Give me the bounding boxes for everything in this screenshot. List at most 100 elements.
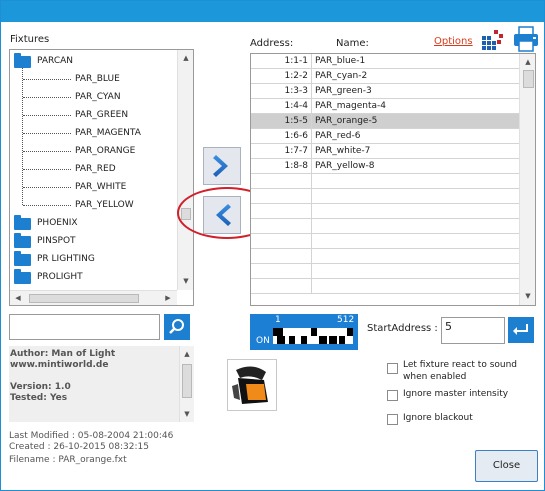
react-sound-checkbox[interactable] [387, 363, 398, 374]
close-button[interactable]: Close [475, 450, 538, 482]
name-header: Name: [336, 38, 369, 49]
patch-row[interactable]: 1:8-8 PAR_yellow-8 [251, 159, 519, 174]
tree-group-label: PHOENIX [37, 218, 78, 228]
title-bar[interactable] [1, 1, 544, 22]
tree-item[interactable]: PAR_GREEN [10, 106, 175, 124]
patch-name: PAR_cyan-2 [315, 71, 368, 81]
tree-item-label: PAR_GREEN [75, 110, 129, 120]
tree-connector [23, 133, 71, 134]
scroll-down-icon[interactable]: ▼ [521, 289, 535, 303]
info-author: Author: Man of Light [10, 349, 116, 359]
matrix-icon[interactable] [481, 28, 505, 50]
patch-row[interactable]: 1:2-2 PAR_cyan-2 [251, 69, 519, 84]
tree-vertical-scrollbar[interactable]: ▲ ▼ [177, 50, 193, 290]
patch-row[interactable]: 1:3-3 PAR_green-3 [251, 84, 519, 99]
info-website: www.mintiworld.de [10, 360, 109, 370]
tree-item[interactable]: PAR_BLUE [10, 70, 175, 88]
react-sound-label: Let fixture react to sound when enabled [403, 360, 518, 382]
search-button[interactable] [164, 314, 190, 340]
patch-row[interactable]: 1:1-1 PAR_blue-1 [251, 54, 519, 69]
patch-address [251, 189, 312, 204]
address-header: Address: [250, 38, 294, 49]
patch-row-empty[interactable] [251, 264, 519, 279]
scroll-up-icon[interactable]: ▲ [521, 55, 535, 69]
scroll-down-icon[interactable]: ▼ [179, 274, 193, 288]
tree-item-label: PAR_YELLOW [75, 200, 134, 210]
tree-item[interactable]: PAR_WHITE [10, 178, 175, 196]
info-scrollbar[interactable]: ▲ ▼ [179, 346, 194, 422]
patch-address: 1:7-7 [251, 144, 312, 159]
patch-address [251, 234, 312, 249]
fixture-preview [227, 359, 277, 411]
tree-item[interactable]: PAR_ORANGE [10, 142, 175, 160]
options-link[interactable]: Options [434, 36, 473, 47]
tree-group[interactable]: PHOENIX [10, 214, 175, 232]
tree-item[interactable]: PAR_RED [10, 160, 175, 178]
patch-address [251, 264, 312, 279]
info-tested: Tested: Yes [10, 393, 68, 403]
tree-connector [23, 79, 71, 80]
folder-icon [14, 53, 31, 68]
patch-row-empty[interactable] [251, 174, 519, 189]
tree-group[interactable]: PROLIGHT [10, 268, 175, 286]
fixtures-tree[interactable]: PARCAN PAR_BLUE PAR_CYAN PAR_GREEN PAR_MAGEN… [9, 49, 194, 306]
scroll-down-icon[interactable]: ▼ [180, 407, 194, 421]
patch-address: 1:1-1 [251, 54, 312, 69]
printer-icon[interactable] [512, 26, 540, 52]
patch-scroll-thumb[interactable] [523, 70, 534, 88]
start-address-input[interactable]: 5 [441, 317, 505, 344]
start-address-label: StartAddress : [367, 323, 438, 334]
scroll-up-icon[interactable]: ▲ [180, 347, 194, 361]
scroll-up-icon[interactable]: ▲ [179, 51, 193, 65]
dmx-end: 512 [337, 315, 355, 325]
patch-row-empty[interactable] [251, 189, 519, 204]
patch-row[interactable]: 1:6-6 PAR_red-6 [251, 129, 519, 144]
folder-icon [14, 251, 31, 266]
scroll-right-icon[interactable]: ▶ [161, 291, 175, 305]
search-input[interactable] [9, 314, 160, 340]
patch-scrollbar[interactable]: ▲ ▼ [519, 54, 535, 305]
created: Created : 26-10-2015 08:32:15 [9, 442, 149, 452]
patch-address: 1:8-8 [251, 159, 312, 174]
patch-row[interactable]: 1:7-7 PAR_white-7 [251, 144, 519, 159]
tree-connector [23, 205, 71, 206]
tree-connector [23, 115, 71, 116]
scroll-left-icon[interactable]: ◀ [11, 291, 25, 305]
dmx-start: 1 [275, 315, 281, 325]
tree-item[interactable]: PAR_YELLOW [10, 196, 175, 214]
set-address-button[interactable] [508, 317, 534, 343]
filename: Filename : PAR_orange.fxt [9, 455, 127, 465]
ignore-master-checkbox[interactable] [387, 390, 398, 401]
tree-item-label: PAR_ORANGE [75, 146, 136, 156]
tree-group[interactable]: PR LIGHTING [10, 250, 175, 268]
patch-row[interactable]: 1:4-4 PAR_magenta-4 [251, 99, 519, 114]
patch-row-empty[interactable] [251, 249, 519, 264]
tree-horizontal-scrollbar[interactable]: ◀ ▶ [10, 290, 177, 305]
tree-group-label: PINSPOT [37, 236, 76, 246]
tree-item[interactable]: PAR_MAGENTA [10, 124, 175, 142]
tree-group[interactable]: PARCAN [10, 52, 175, 70]
tree-connector [23, 97, 71, 98]
patch-row-empty[interactable] [251, 204, 519, 219]
patch-name: PAR_green-3 [315, 86, 372, 96]
fixture-dialog: Fixtures Address: Name: Options PARCANP [0, 0, 545, 491]
tree-connector [23, 151, 71, 152]
patch-address: 1:4-4 [251, 99, 312, 114]
tree-item[interactable]: PAR_CYAN [10, 88, 175, 106]
ignore-master-label: Ignore master intensity [403, 389, 509, 399]
tree-item-label: PAR_MAGENTA [75, 128, 141, 138]
folder-icon [14, 269, 31, 284]
patch-row-empty[interactable] [251, 234, 519, 249]
tree-hscroll-thumb[interactable] [29, 294, 139, 303]
patch-name: PAR_orange-5 [315, 116, 378, 126]
patch-row-empty[interactable] [251, 279, 519, 294]
patch-list[interactable]: 1:1-1 PAR_blue-1 1:2-2 PAR_cyan-2 1:3-3 PAR_g… [250, 53, 536, 306]
tree-group[interactable]: PINSPOT [10, 232, 175, 250]
ignore-blackout-checkbox[interactable] [387, 414, 398, 425]
info-scroll-thumb[interactable] [182, 364, 192, 398]
patch-row[interactable]: 1:5-5 PAR_orange-5 [251, 114, 519, 129]
patch-name: PAR_yellow-8 [315, 161, 375, 171]
folder-icon [14, 233, 31, 248]
patch-row-empty[interactable] [251, 219, 519, 234]
add-fixture-button[interactable] [203, 147, 241, 185]
